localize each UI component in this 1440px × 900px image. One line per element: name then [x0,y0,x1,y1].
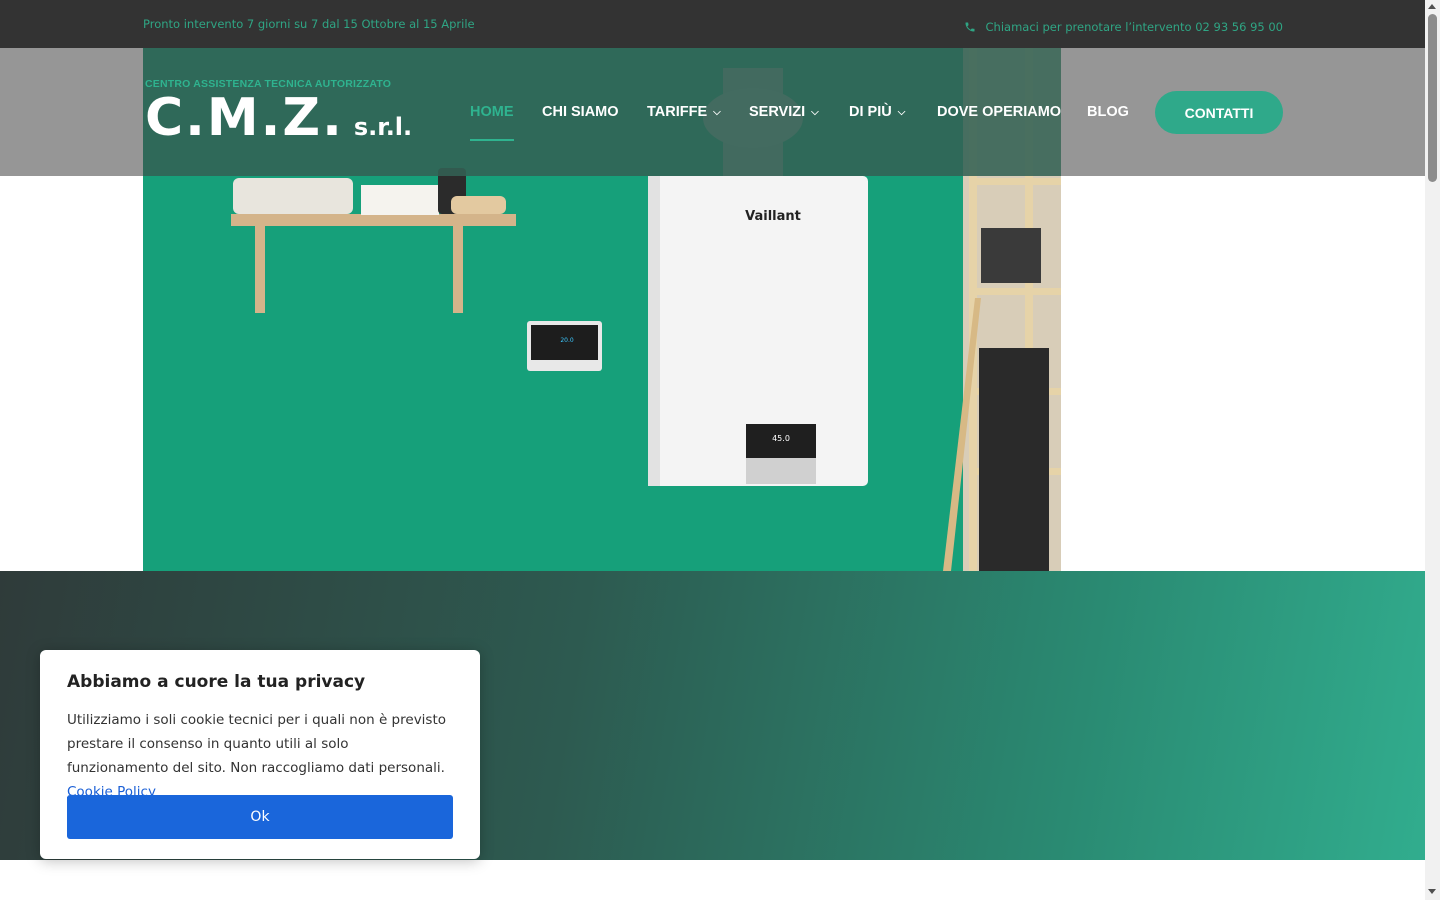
contatti-button[interactable]: CONTATTI [1155,91,1283,134]
phone-icon [964,21,976,33]
nav-label: CHI SIAMO [542,104,619,120]
nav-item-di-piu[interactable]: DI PIÙ ⌵ [849,104,905,120]
nav-item-servizi[interactable]: SERVIZI ⌵ [749,104,819,120]
thermostat-display: 20.0 [560,337,574,344]
nav-item-blog[interactable]: BLOG [1087,104,1129,120]
site-logo[interactable]: CENTRO ASSISTENZA TECNICA AUTORIZZATO C.… [145,78,412,146]
nav-label: TARIFFE [647,104,708,120]
chevron-down-icon: ⌵ [713,106,721,118]
logo-name-main: C.M.Z. [145,88,344,148]
logo-name-suffix: s.r.l. [353,113,413,141]
scrollbar[interactable] [1425,0,1440,900]
top-bar: Pronto intervento 7 giorni su 7 dal 15 O… [0,0,1425,48]
scroll-down-arrow-icon[interactable] [1428,889,1436,894]
nav-item-tariffe[interactable]: TARIFFE ⌵ [647,104,721,120]
nav-item-home[interactable]: HOME [470,104,514,141]
nav-label: DI PIÙ [849,104,892,120]
cookie-body: Utilizziamo i soli cookie tecnici per i … [67,712,447,776]
nav-item-dove-operiamo[interactable]: DOVE OPERIAMO [937,104,1061,120]
boiler-brand: Vaillant [745,209,801,224]
nav-item-chi-siamo[interactable]: CHI SIAMO [542,104,619,120]
nav-label: HOME [470,104,514,120]
logo-name: C.M.Z. s.r.l. [145,90,412,146]
scroll-up-arrow-icon[interactable] [1428,4,1436,9]
scroll-thumb[interactable] [1428,14,1437,182]
chevron-down-icon: ⌵ [897,106,906,118]
cookie-text: Utilizziamo i soli cookie tecnici per i … [67,708,453,804]
nav-label: SERVIZI [749,104,806,120]
boiler-display: 45.0 [772,434,790,443]
nav-label: DOVE OPERIAMO [937,104,1062,120]
cookie-ok-button[interactable]: Ok [67,795,453,839]
cookie-title: Abbiamo a cuore la tua privacy [67,672,366,692]
hours-text: Pronto intervento 7 giorni su 7 dal 15 O… [143,17,475,31]
phone-contact[interactable]: Chiamaci per prenotare l’intervento 02 9… [964,20,1283,34]
chevron-down-icon: ⌵ [811,106,819,118]
nav-label: BLOG [1087,104,1129,120]
phone-text: Chiamaci per prenotare l’intervento 02 9… [985,20,1283,34]
cookie-banner: Abbiamo a cuore la tua privacy Utilizzia… [40,650,480,859]
